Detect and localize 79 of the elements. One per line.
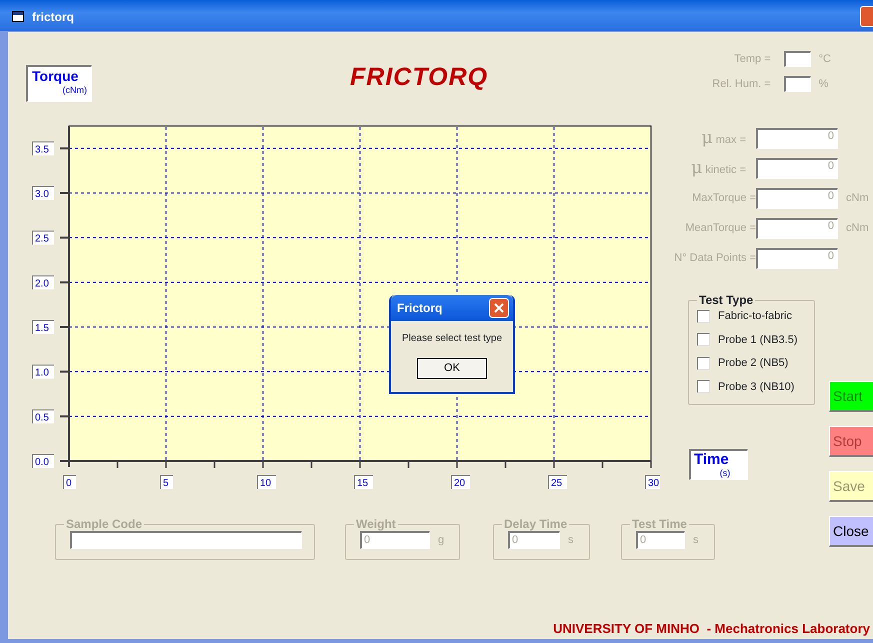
y-tick-label: 0.5 bbox=[35, 412, 50, 424]
tick-label: 3.0 bbox=[32, 186, 54, 200]
footer-text: UNIVERSITY OF MINHO - Mechatronics Laboratory bbox=[553, 620, 870, 638]
axis-title: Torque bbox=[32, 68, 80, 84]
dialog-title: Frictorq bbox=[397, 300, 442, 317]
x-tick-label: 20 bbox=[454, 478, 466, 489]
unit-label: % bbox=[818, 76, 828, 92]
field-label: MaxTorque = bbox=[691, 191, 756, 206]
checkbox[interactable] bbox=[697, 356, 710, 370]
field-label: Rel. Hum. = bbox=[711, 76, 771, 92]
output-field: 0 bbox=[756, 248, 838, 269]
x-tick-label: 30 bbox=[648, 478, 660, 489]
checkbox[interactable] bbox=[697, 310, 710, 323]
tick-label: 5 bbox=[160, 475, 174, 490]
ok-button[interactable]: OK bbox=[417, 358, 487, 379]
unit-label: s bbox=[693, 532, 698, 548]
output-field: 0 bbox=[756, 158, 838, 179]
dialog-message: Please select test type bbox=[402, 332, 502, 346]
group-label: Sample Code bbox=[65, 517, 144, 531]
x-tick-label: 15 bbox=[357, 478, 369, 489]
unit-label: cNm bbox=[846, 221, 869, 236]
field-label: Temp = bbox=[733, 52, 771, 67]
y-tick-label: 3.5 bbox=[35, 144, 50, 156]
tick-label: 30 bbox=[645, 475, 660, 490]
x-tick-label: 5 bbox=[163, 478, 169, 489]
output-field: 0 bbox=[756, 188, 838, 209]
axis-unit: (cNm) bbox=[62, 84, 87, 97]
y-tick-label: 2.5 bbox=[35, 234, 50, 245]
output-field: 0 bbox=[756, 128, 838, 149]
input-field: 0 bbox=[360, 531, 430, 549]
tick-label: 1.5 bbox=[32, 320, 54, 334]
input-field: 0 bbox=[636, 531, 685, 549]
y-tick-label: 0.0 bbox=[35, 457, 50, 468]
unit-label: s bbox=[568, 532, 574, 548]
tick-label: 2.0 bbox=[32, 275, 54, 290]
output-field: 0 bbox=[756, 218, 838, 239]
group-label: Test Time bbox=[631, 517, 688, 531]
checkbox-label[interactable]: Probe 3 (NB10) bbox=[718, 378, 794, 395]
input-field[interactable] bbox=[784, 76, 811, 92]
checkbox-label[interactable]: Probe 1 (NB3.5) bbox=[718, 332, 798, 348]
tick-label: 2.5 bbox=[32, 230, 54, 246]
tick-label: 10 bbox=[257, 475, 276, 490]
y-tick-label: 1.5 bbox=[35, 323, 50, 334]
tick-label: 20 bbox=[451, 475, 470, 490]
x-tick-label: 0 bbox=[66, 478, 72, 489]
y-tick-label: 2.0 bbox=[35, 278, 50, 290]
x-tick-label: 10 bbox=[260, 478, 272, 489]
y-tick-label: 3.0 bbox=[35, 189, 50, 200]
y-tick-label: 1.0 bbox=[35, 368, 50, 379]
x-tick-label: 25 bbox=[551, 478, 563, 489]
field-label: μ max = bbox=[700, 126, 747, 150]
action-button[interactable]: Close bbox=[829, 516, 873, 547]
tick-label: 25 bbox=[548, 475, 568, 490]
checkbox-label[interactable]: Fabric-to-fabric bbox=[718, 308, 792, 324]
axis-unit: (s) bbox=[718, 466, 732, 480]
checkbox[interactable] bbox=[697, 380, 710, 394]
unit-label: °C bbox=[818, 52, 831, 67]
unit-label: cNm bbox=[846, 191, 869, 206]
tick-label: 3.5 bbox=[32, 141, 54, 156]
tick-label: 15 bbox=[354, 475, 374, 490]
checkbox-label[interactable]: Probe 2 (NB5) bbox=[718, 355, 788, 372]
group-label: Weight bbox=[355, 517, 397, 531]
tick-label: 0.5 bbox=[32, 409, 54, 424]
tick-label: 0 bbox=[63, 475, 76, 490]
group-label: Test Type bbox=[698, 293, 754, 307]
tick-label: 0.0 bbox=[32, 454, 54, 468]
input-field: 0 bbox=[508, 531, 560, 549]
group-label: Delay Time bbox=[503, 517, 568, 531]
checkbox[interactable] bbox=[697, 333, 710, 346]
tick-label: 1.0 bbox=[32, 364, 54, 380]
unit-label: g bbox=[438, 532, 444, 548]
field-label: N° Data Points = bbox=[673, 251, 756, 266]
field-label: μ kinetic = bbox=[690, 156, 747, 180]
field-label: MeanTorque = bbox=[684, 221, 756, 236]
axis-title: Time bbox=[694, 451, 729, 468]
window-icon bbox=[12, 11, 24, 22]
window-title: frictorq bbox=[32, 8, 74, 26]
app-title: FRICTORQ bbox=[350, 62, 488, 93]
input-field[interactable] bbox=[784, 51, 811, 68]
